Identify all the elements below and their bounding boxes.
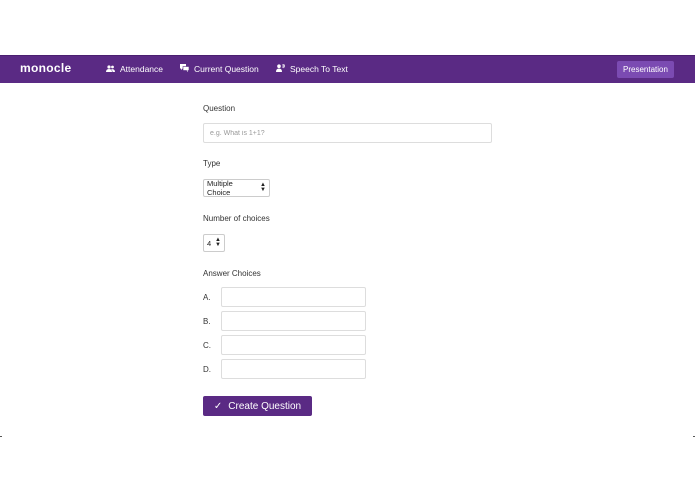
choice-letter-c: C. [203, 341, 211, 350]
question-label: Question [203, 104, 236, 113]
nav-attendance-label: Attendance [120, 64, 164, 74]
choice-letter-a: A. [203, 293, 211, 302]
choice-input-b[interactable] [221, 311, 366, 331]
nav-speech-to-text-label: Speech To Text [290, 64, 348, 74]
checkmark-icon: ✓ [213, 400, 223, 412]
choice-input-d[interactable] [221, 359, 366, 379]
type-select[interactable]: Multiple Choice ▲ ▼ [203, 179, 270, 197]
create-question-label: Create Question [228, 400, 302, 412]
chat-icon [180, 64, 190, 74]
nav-current-question-label: Current Question [194, 64, 259, 74]
brand-logo[interactable]: monocle [20, 61, 71, 75]
choice-letter-d: D. [203, 365, 211, 374]
question-input[interactable] [203, 123, 492, 143]
num-choices-select[interactable]: 4 ▲ ▼ [203, 234, 225, 252]
people-icon [106, 64, 115, 74]
num-choices-label: Number of choices [203, 214, 270, 223]
updown-arrow-icon: ▲ ▼ [260, 182, 266, 193]
top-navbar: monocle Attendance Current Question Spee… [0, 55, 695, 83]
nav-attendance[interactable]: Attendance [106, 64, 163, 74]
choice-letter-b: B. [203, 317, 211, 326]
answer-choices-label: Answer Choices [203, 269, 261, 278]
type-label: Type [203, 159, 221, 168]
choice-input-c[interactable] [221, 335, 366, 355]
page-edge-mark [0, 436, 2, 437]
presentation-button[interactable]: Presentation [617, 61, 674, 78]
updown-arrow-icon: ▲ ▼ [215, 237, 221, 248]
speech-icon [276, 63, 285, 74]
nav-current-question[interactable]: Current Question [180, 64, 259, 74]
create-question-button[interactable]: ✓ Create Question [203, 396, 312, 416]
nav-speech-to-text[interactable]: Speech To Text [276, 63, 348, 74]
choice-input-a[interactable] [221, 287, 366, 307]
num-choices-value: 4 [207, 238, 212, 248]
type-select-value: Multiple Choice [207, 179, 233, 197]
